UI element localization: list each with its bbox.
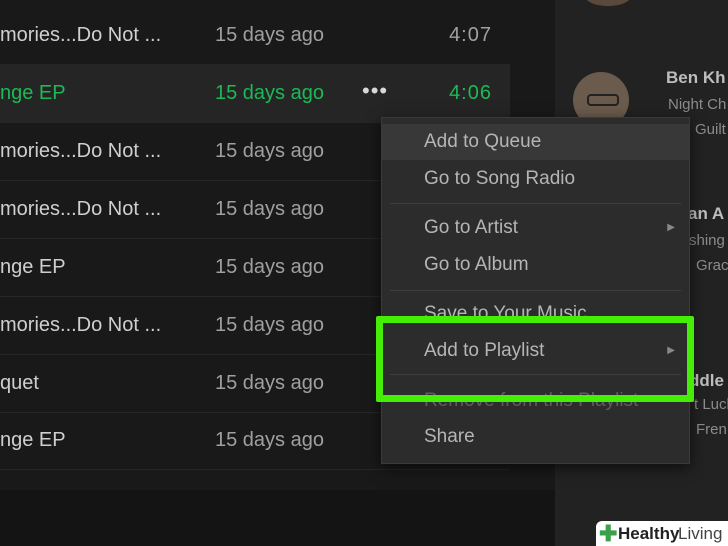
track-title: quet xyxy=(0,372,39,394)
menu-divider xyxy=(390,203,681,204)
context-menu: Add to Queue Go to Song Radio Go to Arti… xyxy=(381,117,690,464)
track-title: mories...Do Not ... xyxy=(0,198,162,220)
track-date-added: 15 days ago xyxy=(215,140,324,162)
friend-track-artist: Grac xyxy=(696,257,728,274)
track-title: mories...Do Not ... xyxy=(0,140,162,162)
menu-item-go-to-album[interactable]: Go to Album xyxy=(382,247,689,283)
menu-item-share[interactable]: Share xyxy=(382,419,689,455)
track-title: nge EP xyxy=(0,429,66,451)
menu-item-label: Add to Queue xyxy=(424,131,542,152)
track-date-added: 15 days ago xyxy=(215,24,324,46)
more-options-icon[interactable]: ••• xyxy=(362,65,388,122)
menu-item-label: Go to Artist xyxy=(424,217,518,238)
track-title: mories...Do Not ... xyxy=(0,314,162,336)
friend-name[interactable]: Ben Kh xyxy=(666,68,726,88)
friend-avatar[interactable] xyxy=(585,0,631,6)
friend-track: t Luck xyxy=(694,396,728,413)
track-duration: 4:07 xyxy=(449,24,492,46)
submenu-arrow-icon: ▶ xyxy=(667,222,675,233)
menu-item-add-to-queue[interactable]: Add to Queue xyxy=(382,124,689,160)
menu-divider xyxy=(390,290,681,291)
friend-name[interactable]: an A xyxy=(688,204,724,224)
track-date-added: 15 days ago xyxy=(215,314,324,336)
highlight-box xyxy=(376,316,694,402)
track-date-added: 15 days ago xyxy=(215,198,324,220)
track-row[interactable]: mories...Do Not ... 15 days ago 4:07 xyxy=(0,7,510,65)
track-date-added: 15 days ago xyxy=(215,82,324,104)
watermark-suffix: Living xyxy=(678,524,723,543)
menu-item-go-to-artist[interactable]: Go to Artist ▶ xyxy=(382,210,689,246)
track-duration: 4:06 xyxy=(449,82,492,104)
menu-item-label: Share xyxy=(424,426,475,447)
menu-item-label: Go to Song Radio xyxy=(424,168,576,189)
track-title: nge EP xyxy=(0,82,66,104)
friend-name[interactable]: ddle xyxy=(689,371,724,391)
menu-item-label: Go to Album xyxy=(424,254,529,275)
cross-icon: ✚ xyxy=(599,521,618,546)
track-date-added: 15 days ago xyxy=(215,429,324,451)
track-date-added: 15 days ago xyxy=(215,256,324,278)
watermark-brand: Healthy xyxy=(618,524,680,543)
track-title: nge EP xyxy=(0,256,66,278)
friend-track-artist: Fren xyxy=(696,421,727,438)
friend-track-artist: Guilt xyxy=(695,121,726,138)
track-row-selected[interactable]: nge EP 15 days ago ••• 4:06 xyxy=(0,65,510,123)
watermark: ✚ Healthy Living xyxy=(596,521,728,546)
friend-track: shing xyxy=(689,232,725,249)
track-date-added: 15 days ago xyxy=(215,372,324,394)
friend-track: Night Ch xyxy=(668,96,727,113)
now-playing-bar xyxy=(0,490,555,546)
menu-item-go-to-song-radio[interactable]: Go to Song Radio xyxy=(382,161,689,197)
track-title: mories...Do Not ... xyxy=(0,24,162,46)
